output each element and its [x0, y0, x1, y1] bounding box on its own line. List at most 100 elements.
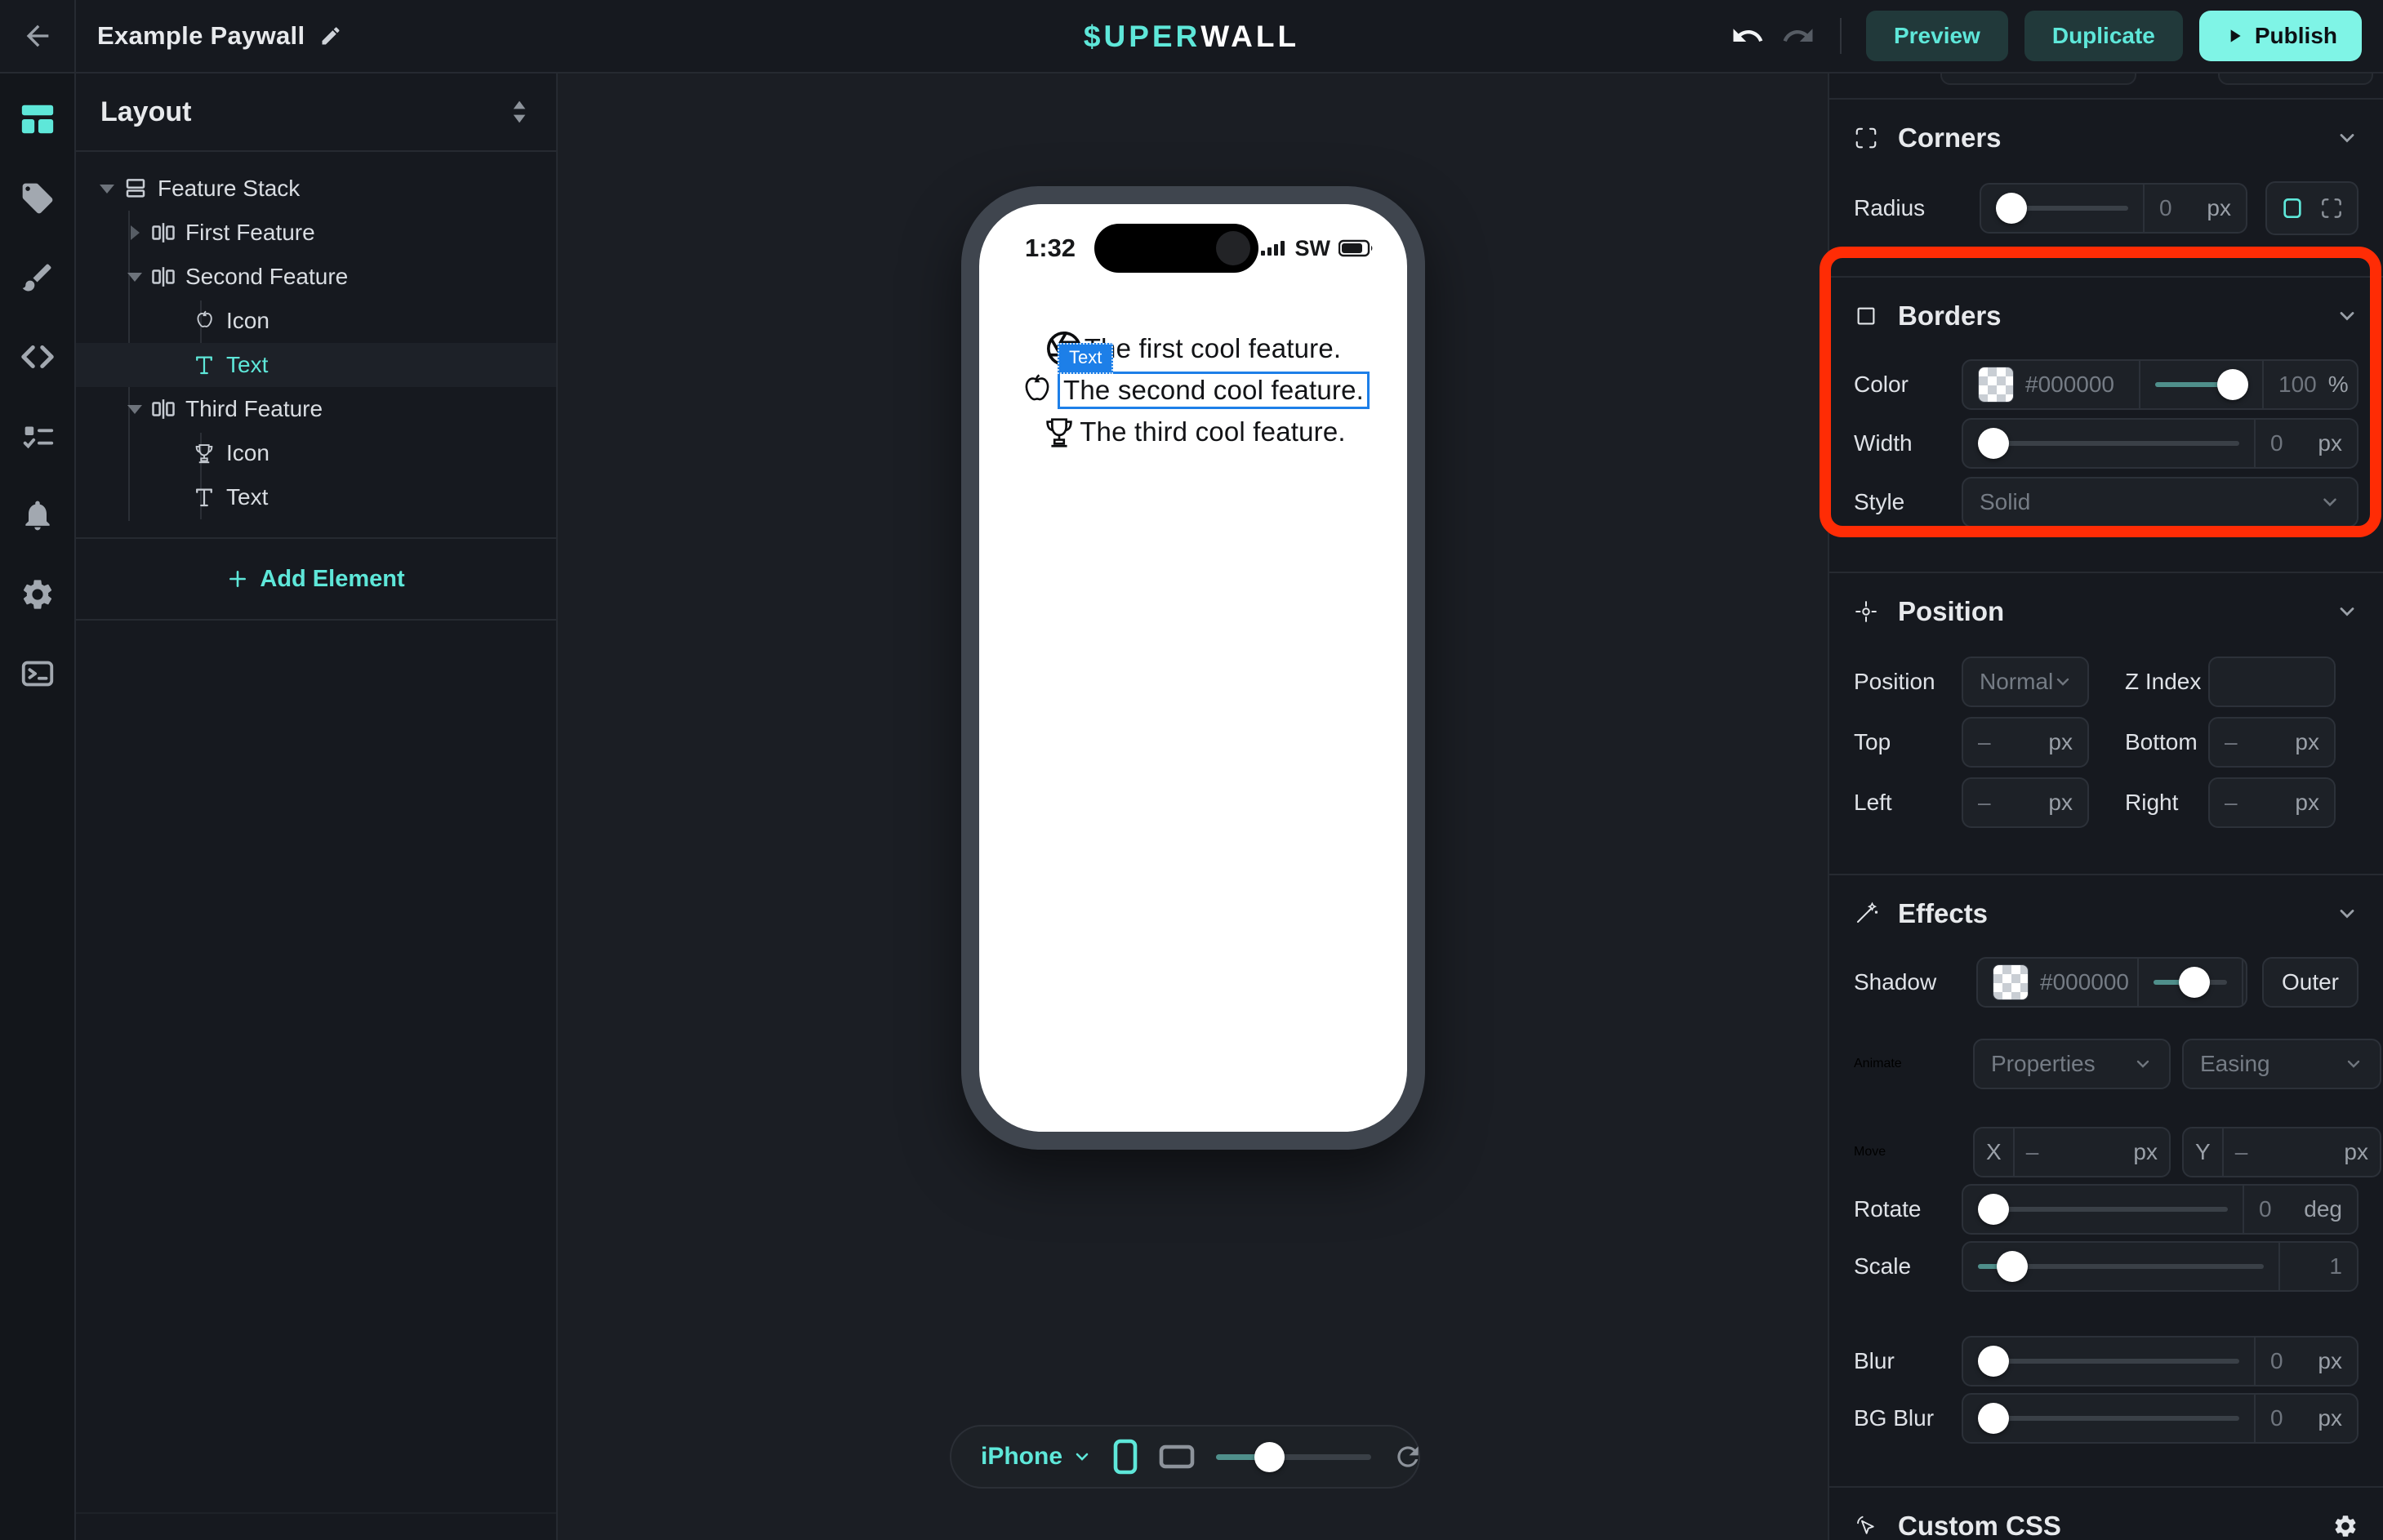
left-input[interactable]: – px: [1962, 777, 2089, 828]
feature-row-3[interactable]: The third cool feature.: [1040, 413, 1346, 451]
feature-row-2-selected[interactable]: Text The second cool feature.: [1017, 371, 1370, 410]
scale-slider[interactable]: [1978, 1251, 2264, 1282]
shadow-slider-segment: [2137, 959, 2242, 1006]
slider-thumb[interactable]: [2217, 369, 2248, 400]
shadow-mode-button[interactable]: Outer: [2262, 957, 2359, 1008]
bell-icon[interactable]: [18, 496, 57, 535]
portrait-orientation-button[interactable]: [1113, 1439, 1138, 1475]
bg-blur-value-segment[interactable]: 0 px: [2254, 1395, 2357, 1442]
slider-thumb[interactable]: [1996, 193, 2027, 224]
slider-thumb[interactable]: [1978, 1194, 2009, 1225]
caret-down-icon[interactable]: [99, 185, 115, 194]
bottom-input[interactable]: – px: [2208, 717, 2336, 768]
caret-down-icon[interactable]: [127, 273, 143, 282]
device-select[interactable]: iPhone: [981, 1443, 1092, 1471]
animate-easing-select[interactable]: Easing: [2182, 1039, 2381, 1089]
code-icon[interactable]: [18, 337, 57, 376]
position-select[interactable]: Normal: [1962, 657, 2089, 707]
radius-value-segment[interactable]: 0 px: [2143, 185, 2246, 232]
rotate-value-segment[interactable]: 0 deg: [2243, 1186, 2357, 1233]
tree-item-icon[interactable]: Icon: [76, 431, 556, 475]
tag-icon[interactable]: [18, 179, 57, 218]
slider-thumb[interactable]: [1978, 1346, 2009, 1377]
blur-slider[interactable]: [1978, 1346, 2239, 1377]
chevron-down-icon[interactable]: [2336, 600, 2359, 623]
phone-screen[interactable]: 1:32 SW The first cool feature.: [979, 204, 1407, 1132]
top-input[interactable]: – px: [1962, 717, 2089, 768]
width-value-segment[interactable]: 0 px: [2254, 420, 2357, 467]
color-swatch[interactable]: [1993, 964, 2029, 1000]
move-y-input[interactable]: Y – px: [2182, 1127, 2381, 1177]
left-value: –: [1978, 790, 1991, 816]
tree-item-feature-stack[interactable]: Feature Stack: [76, 167, 556, 211]
terminal-icon[interactable]: [18, 654, 57, 693]
rotate-label: Rotate: [1854, 1196, 1962, 1222]
individual-corners-icon[interactable]: [2318, 195, 2345, 221]
right-input[interactable]: – px: [2208, 777, 2336, 828]
back-button[interactable]: [21, 20, 54, 52]
duplicate-button[interactable]: Duplicate: [2024, 11, 2183, 61]
undo-icon[interactable]: [1730, 19, 1765, 53]
tree-item-icon[interactable]: Icon: [76, 299, 556, 343]
selected-text-element[interactable]: Text The second cool feature.: [1058, 372, 1370, 409]
border-width-slider[interactable]: [1978, 428, 2239, 459]
blur-value-segment[interactable]: 0 px: [2254, 1337, 2357, 1385]
corners-section-header[interactable]: Corners: [1829, 100, 2383, 173]
border-style-select[interactable]: Solid: [1962, 477, 2359, 527]
slider-thumb[interactable]: [1978, 428, 2009, 459]
chevron-down-icon[interactable]: [2336, 305, 2359, 327]
shadow-opacity-slider[interactable]: [2154, 967, 2227, 998]
left-icon-rail: [0, 73, 76, 1540]
animate-properties-select[interactable]: Properties: [1973, 1039, 2171, 1089]
move-x-unit: px: [2133, 1139, 2158, 1165]
tree-item-second-feature[interactable]: Second Feature: [76, 255, 556, 299]
publish-label: Publish: [2255, 23, 2337, 49]
chevron-down-icon[interactable]: [2336, 902, 2359, 925]
uniform-radius-icon[interactable]: [2279, 195, 2305, 221]
position-section-header[interactable]: Position: [1829, 573, 2383, 647]
borders-section-header[interactable]: Borders: [1829, 278, 2383, 351]
add-element-button[interactable]: Add Element: [76, 539, 556, 619]
tree-item-text-selected[interactable]: Text: [76, 343, 556, 387]
gear-icon[interactable]: [18, 575, 57, 614]
caret-down-icon[interactable]: [127, 405, 143, 414]
move-x-input[interactable]: X – px: [1973, 1127, 2171, 1177]
gear-icon[interactable]: [2332, 1513, 2359, 1539]
slider-thumb[interactable]: [1997, 1251, 2028, 1282]
canvas-zoom-slider[interactable]: [1216, 1442, 1371, 1471]
publish-button[interactable]: Publish: [2199, 11, 2362, 61]
chevron-down-icon[interactable]: [2336, 127, 2359, 149]
color-swatch-segment[interactable]: #000000: [1963, 361, 2139, 408]
effects-section-header[interactable]: Effects: [1829, 875, 2383, 949]
landscape-orientation-button[interactable]: [1159, 1444, 1195, 1469]
border-opacity-slider[interactable]: [2155, 369, 2247, 400]
checklist-icon[interactable]: [18, 416, 57, 456]
slider-thumb[interactable]: [1978, 1403, 2009, 1434]
refresh-icon[interactable]: [1392, 1441, 1423, 1472]
zindex-input[interactable]: [2208, 657, 2336, 707]
shadow-swatch-segment[interactable]: #000000: [1978, 959, 2137, 1006]
rotate-slider[interactable]: [1978, 1194, 2228, 1225]
bottom-unit: px: [2295, 729, 2319, 755]
color-swatch[interactable]: [1978, 367, 2014, 403]
tree-item-third-feature[interactable]: Third Feature: [76, 387, 556, 431]
section-title: Position: [1898, 596, 2004, 627]
layout-icon[interactable]: [18, 100, 57, 139]
tree-item-text[interactable]: Text: [76, 475, 556, 519]
paintbrush-icon[interactable]: [18, 258, 57, 297]
sort-icon[interactable]: [507, 98, 532, 126]
bg-blur-slider[interactable]: [1978, 1403, 2239, 1434]
shadow-value-segment[interactable]: 100 %: [2242, 959, 2247, 1006]
scale-value-segment[interactable]: 1: [2278, 1243, 2357, 1290]
custom-css-section-header[interactable]: Custom CSS: [1829, 1488, 2383, 1540]
redo-icon[interactable]: [1781, 19, 1815, 53]
tree-item-first-feature[interactable]: First Feature: [76, 211, 556, 255]
edit-title-icon[interactable]: [319, 24, 342, 47]
slider-thumb[interactable]: [2179, 967, 2210, 998]
slider-thumb[interactable]: [1254, 1442, 1285, 1472]
radius-slider[interactable]: [1996, 193, 2128, 224]
caret-right-icon[interactable]: [127, 225, 143, 240]
topbar: Example Paywall $UPERWALL Preview Duplic…: [0, 0, 2383, 73]
preview-button[interactable]: Preview: [1866, 11, 2008, 61]
opacity-value-segment[interactable]: 100 %: [2262, 361, 2357, 408]
